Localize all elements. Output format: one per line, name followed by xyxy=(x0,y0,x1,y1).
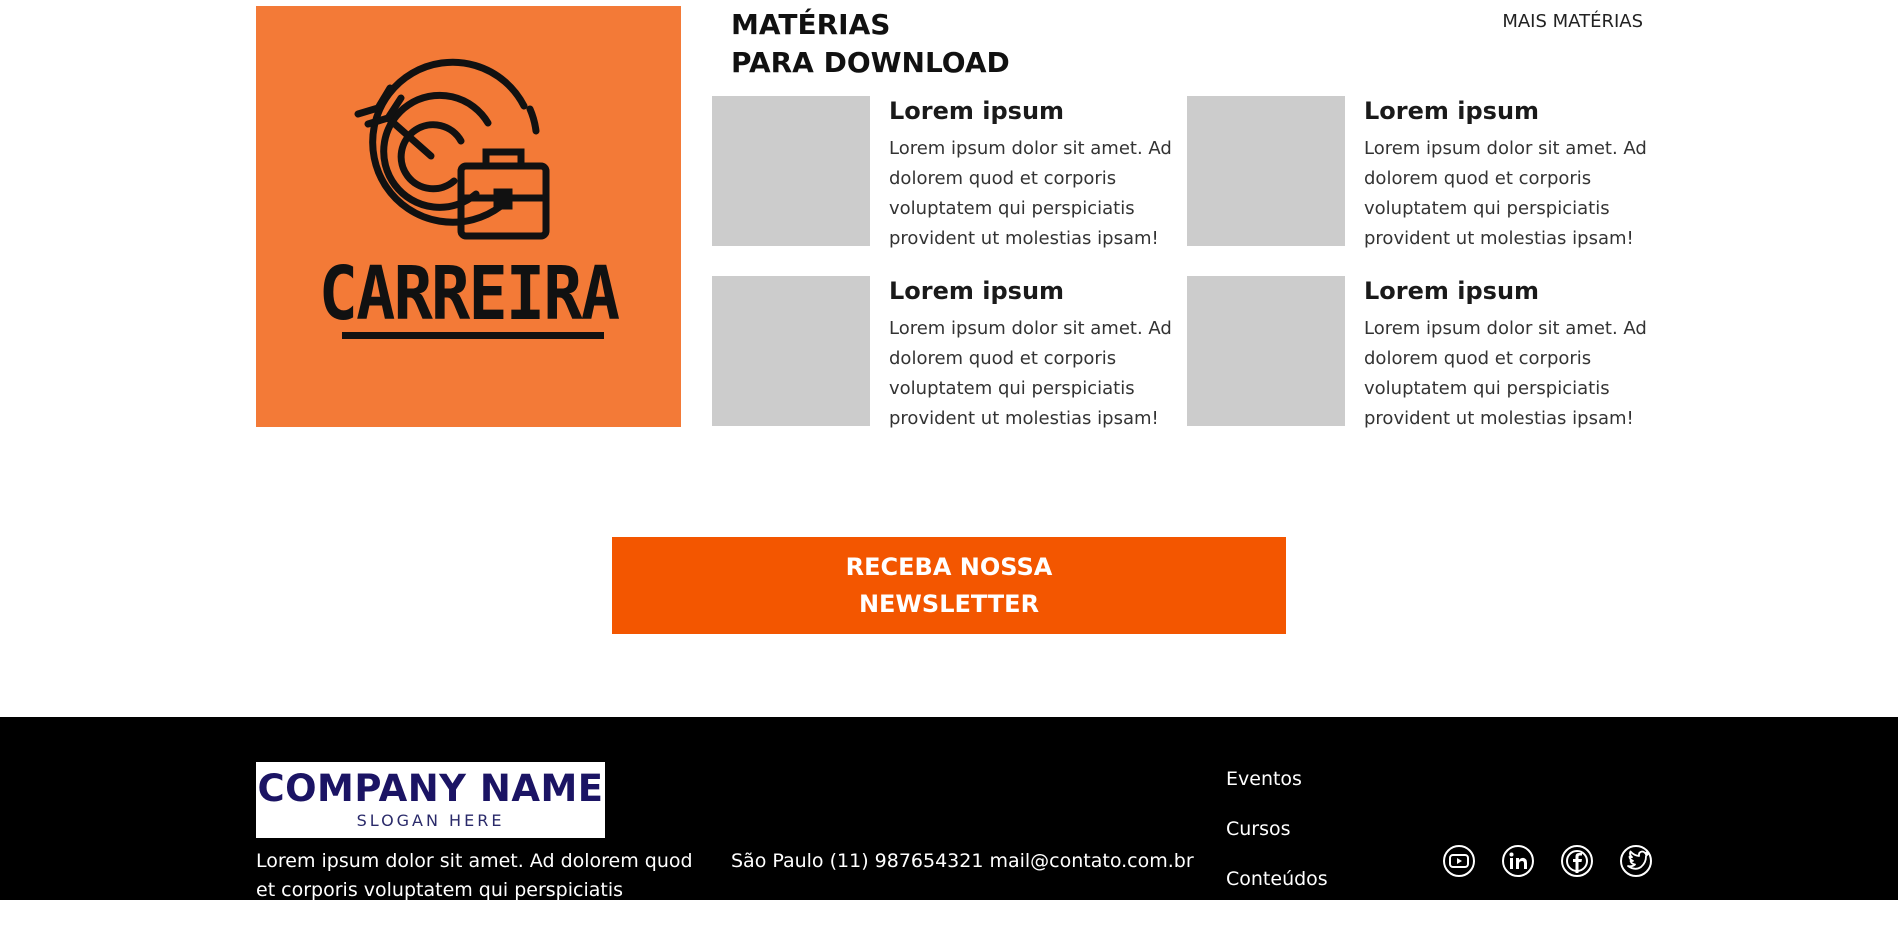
article-card[interactable]: Lorem ipsum Lorem ipsum dolor sit amet. … xyxy=(712,276,1172,431)
carreira-hero-image[interactable]: CARREIRA xyxy=(256,6,681,427)
twitter-icon[interactable] xyxy=(1619,844,1653,878)
logo-slogan: SLOGAN HERE xyxy=(356,811,505,830)
footer-nav-conteudos[interactable]: Conteúdos xyxy=(1226,868,1328,890)
youtube-icon[interactable] xyxy=(1442,844,1476,878)
article-thumbnail[interactable] xyxy=(712,96,870,246)
footer-nav: Eventos Cursos Conteúdos xyxy=(1226,767,1328,917)
article-thumbnail[interactable] xyxy=(1187,96,1345,246)
footer-description: Lorem ipsum dolor sit amet. Ad dolorem q… xyxy=(256,850,693,930)
newsletter-line2: NEWSLETTER xyxy=(858,589,1040,618)
facebook-icon[interactable] xyxy=(1560,844,1594,878)
section-title-line2: PARA DOWNLOAD xyxy=(731,46,1010,79)
footer: COMPANY NAME SLOGAN HERE Lorem ipsum dol… xyxy=(0,717,1898,930)
article-excerpt: Lorem ipsum dolor sit amet. Ad dolorem q… xyxy=(889,138,1172,249)
article-title[interactable]: Lorem ipsum xyxy=(889,276,1064,306)
newsletter-button[interactable]: RECEBA NOSSA NEWSLETTER xyxy=(612,537,1286,634)
article-excerpt: Lorem ipsum dolor sit amet. Ad dolorem q… xyxy=(1364,138,1647,249)
section-title-line1: MATÉRIAS xyxy=(731,8,891,41)
more-articles-link[interactable]: MAIS MATÉRIAS xyxy=(1420,10,1643,34)
article-title[interactable]: Lorem ipsum xyxy=(1364,276,1539,306)
article-thumbnail[interactable] xyxy=(712,276,870,426)
footer-nav-cursos[interactable]: Cursos xyxy=(1226,818,1291,840)
hero-label-underline xyxy=(342,332,604,339)
article-card[interactable]: Lorem ipsum Lorem ipsum dolor sit amet. … xyxy=(1187,276,1647,431)
article-title[interactable]: Lorem ipsum xyxy=(1364,96,1539,126)
footer-nav-eventos[interactable]: Eventos xyxy=(1226,768,1302,790)
article-title[interactable]: Lorem ipsum xyxy=(889,96,1064,126)
article-excerpt: Lorem ipsum dolor sit amet. Ad dolorem q… xyxy=(889,318,1172,429)
logo-company-name: COMPANY NAME xyxy=(257,767,604,810)
article-card[interactable]: Lorem ipsum Lorem ipsum dolor sit amet. … xyxy=(1187,96,1647,251)
article-card[interactable]: Lorem ipsum Lorem ipsum dolor sit amet. … xyxy=(712,96,1172,251)
target-briefcase-icon xyxy=(354,58,550,240)
newsletter-line1: RECEBA NOSSA xyxy=(845,552,1053,581)
footer-contact: São Paulo (11) 987654321 mail@contato.co… xyxy=(731,850,1194,872)
company-logo[interactable]: COMPANY NAME SLOGAN HERE xyxy=(256,762,605,838)
article-excerpt: Lorem ipsum dolor sit amet. Ad dolorem q… xyxy=(1364,318,1647,429)
linkedin-icon[interactable] xyxy=(1501,844,1535,878)
article-thumbnail[interactable] xyxy=(1187,276,1345,426)
hero-label: CARREIRA xyxy=(318,251,620,337)
section-title: MATÉRIAS PARA DOWNLOAD xyxy=(731,6,1010,82)
